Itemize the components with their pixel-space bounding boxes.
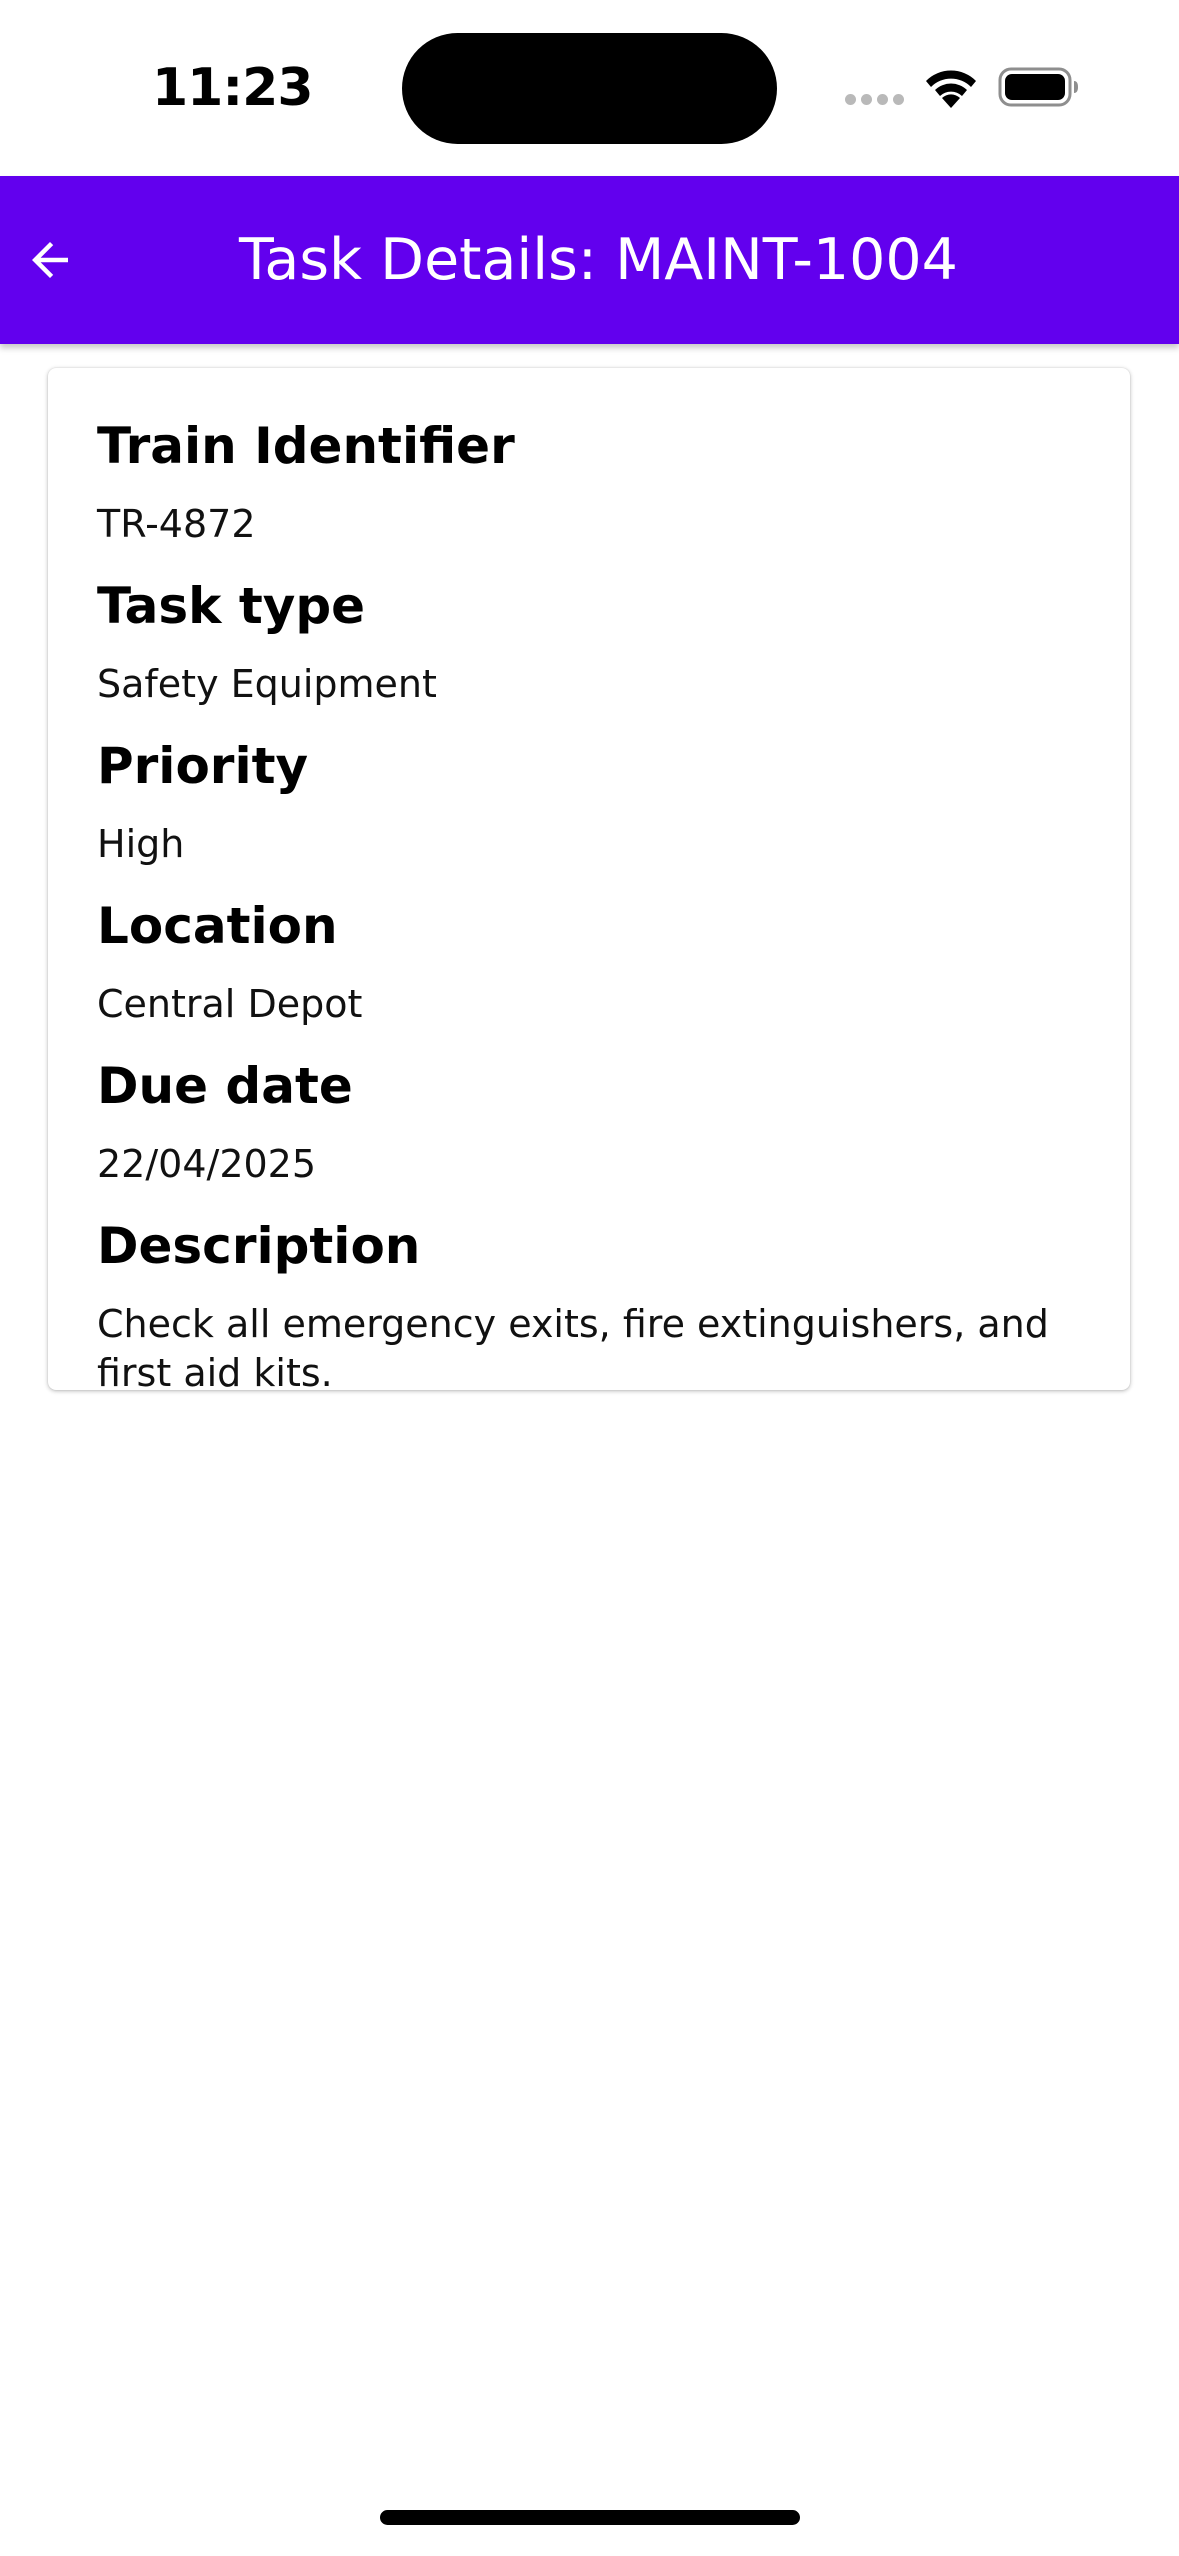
due-date-label: Due date [97,1057,353,1115]
train-identifier-label: Train Identifier [97,417,515,475]
due-date-value: 22/04/2025 [97,1142,317,1186]
cellular-signal-icon [845,94,905,108]
task-type-value: Safety Equipment [97,662,437,706]
location-value: Central Depot [97,982,363,1026]
battery-icon [998,67,1078,107]
description-value: Check all emergency exits, fire extingui… [97,1302,1049,1395]
priority-label: Priority [97,737,309,795]
location-label: Location [97,897,338,955]
page-title: Task Details: MAINT-1004 [239,227,958,293]
due-date-field: Due date 22/04/2025 [97,1056,1081,1188]
train-identifier-value: TR-4872 [97,502,256,546]
description-field: Description Check all emergency exits, f… [97,1216,1081,1398]
priority-field: Priority High [97,736,1081,868]
location-field: Location Central Depot [97,896,1081,1028]
task-type-field: Task type Safety Equipment [97,576,1081,708]
home-indicator[interactable] [380,2510,800,2525]
status-time: 11:23 [152,58,314,118]
status-bar: 11:23 [0,0,1179,176]
train-identifier-field: Train Identifier TR-4872 [97,416,1081,548]
app-bar: Task Details: MAINT-1004 [0,176,1179,344]
wifi-icon [926,70,976,108]
task-details-screen: 11:23 Task Details: MAINT-1004 Train Ide… [0,0,1179,2556]
task-type-label: Task type [97,577,366,635]
dynamic-island [402,33,777,144]
priority-value: High [97,822,185,866]
task-details-card: Train Identifier TR-4872 Task type Safet… [48,368,1130,1395]
description-label: Description [97,1217,421,1275]
